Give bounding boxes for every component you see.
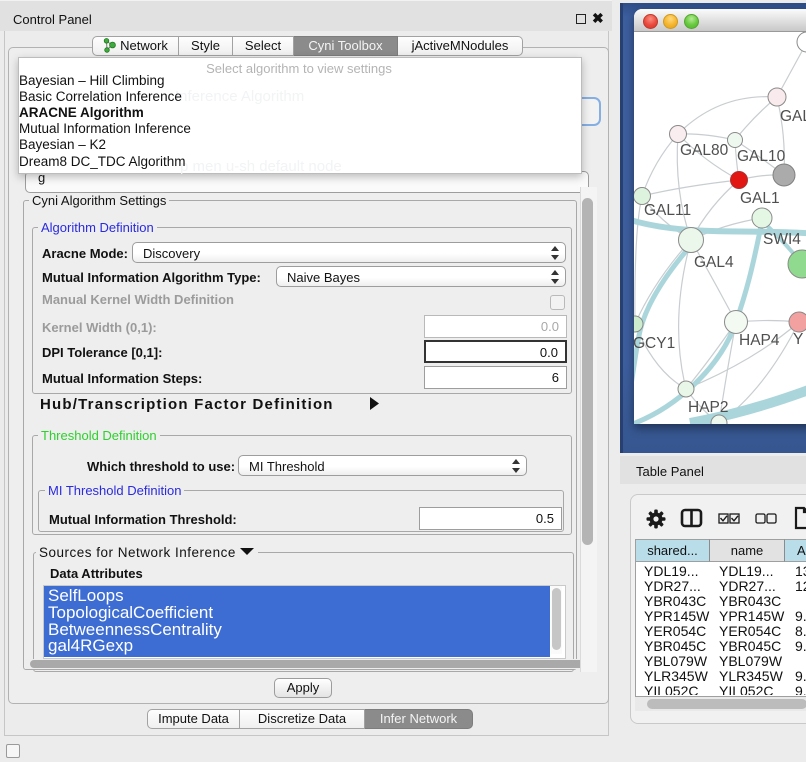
svg-text:SWI4: SWI4 xyxy=(763,231,801,248)
svg-text:GCY1: GCY1 xyxy=(634,335,675,352)
svg-text:GAL7: GAL7 xyxy=(780,108,806,125)
svg-text:HAP4: HAP4 xyxy=(739,332,780,349)
svg-text:Y: Y xyxy=(793,331,803,348)
svg-text:GAL4: GAL4 xyxy=(694,254,734,271)
svg-text:GAL80: GAL80 xyxy=(680,142,729,159)
svg-text:GAL1: GAL1 xyxy=(740,190,780,207)
svg-text:HAP2: HAP2 xyxy=(688,399,729,416)
svg-text:GAL10: GAL10 xyxy=(737,148,786,165)
svg-text:GAL11: GAL11 xyxy=(644,202,691,219)
